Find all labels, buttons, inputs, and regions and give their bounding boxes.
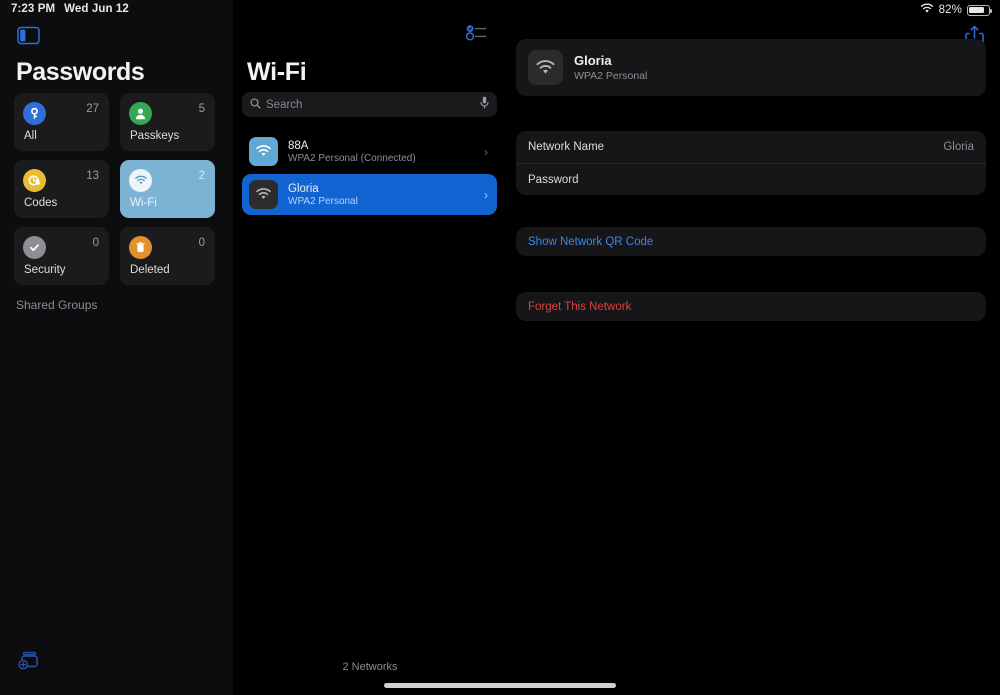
sort-list-icon[interactable] [465,24,488,46]
sidebar: Passwords 27 All 5 Passkeys 13 Codes 2 W… [0,0,233,695]
forget-network-label: Forget This Network [528,300,632,313]
sidebar-tile-all[interactable]: 27 All [14,93,109,151]
network-header-card: Gloria WPA2 Personal [516,39,986,96]
network-rows: 88A WPA2 Personal (Connected) › Gloria W… [242,131,497,217]
field-network-name[interactable]: Network Name Gloria [516,131,986,163]
tile-count: 5 [198,103,205,115]
trash-icon [129,236,152,259]
tile-label: Deleted [130,264,170,276]
forget-this-network-button[interactable]: Forget This Network [516,292,986,321]
status-bar-left: 7:23 PM Wed Jun 12 [11,3,129,15]
tile-label: Wi-Fi [130,197,157,209]
wifi-icon [528,50,563,85]
show-network-qr-code-button[interactable]: Show Network QR Code [516,227,986,256]
key-icon [23,102,46,125]
microphone-icon[interactable] [480,96,489,114]
status-bar: 7:23 PM Wed Jun 12 82% [0,0,1000,22]
tile-count: 27 [86,103,99,115]
status-date: Wed Jun 12 [64,3,129,15]
tile-label: Codes [24,197,58,209]
network-list-column: Wi-Fi Search 88A WPA2 Personal (Connecte… [233,0,507,695]
category-tiles: 27 All 5 Passkeys 13 Codes 2 Wi-Fi 0 Sec… [14,93,222,285]
detail-network-name: Gloria [574,53,612,68]
sidebar-tile-security[interactable]: 0 Security [14,227,109,285]
new-shared-group-icon[interactable] [18,650,43,677]
chevron-right-icon: › [484,144,488,159]
sidebar-tile-passkeys[interactable]: 5 Passkeys [120,93,215,151]
chevron-right-icon: › [484,187,488,202]
network-name: 88A [288,139,309,152]
battery-icon [967,4,992,16]
shared-groups-label: Shared Groups [16,298,98,312]
home-indicator[interactable] [384,683,616,688]
sidebar-tile-wifi[interactable]: 2 Wi-Fi [120,160,215,218]
network-name: Gloria [288,182,319,195]
network-subtitle: WPA2 Personal (Connected) [288,152,416,164]
battery-percent-label: 82% [938,4,962,16]
status-bar-right: 82% [920,3,992,17]
field-label: Network Name [528,141,605,153]
show-qr-label: Show Network QR Code [528,235,654,248]
list-item[interactable]: Gloria WPA2 Personal › [242,174,497,215]
wifi-icon [249,137,278,166]
wifi-icon [129,169,152,192]
sidebar-toggle-icon[interactable] [17,26,40,45]
column-title: Wi-Fi [247,58,307,86]
tile-count: 0 [198,237,205,249]
wifi-icon [920,3,934,17]
tile-count: 13 [86,170,99,182]
tile-count: 2 [198,170,205,182]
tile-count: 0 [92,237,99,249]
clock-lock-icon [23,169,46,192]
network-detail-column: Gloria WPA2 Personal Network Name Gloria… [507,0,1000,695]
wifi-icon [249,180,278,209]
checkmark-icon [23,236,46,259]
sidebar-tile-codes[interactable]: 13 Codes [14,160,109,218]
tile-label: Passkeys [130,130,180,142]
sidebar-tile-deleted[interactable]: 0 Deleted [120,227,215,285]
list-item[interactable]: 88A WPA2 Personal (Connected) › [242,131,497,172]
detail-network-security: WPA2 Personal [574,70,648,82]
search-placeholder: Search [266,98,303,111]
search-input[interactable]: Search [242,92,497,117]
field-value: Gloria [943,141,974,153]
network-count-footer: 2 Networks [342,661,398,673]
tile-label: All [24,130,37,142]
network-fields-card: Network Name Gloria Password [516,131,986,195]
status-time: 7:23 PM [11,3,56,15]
network-subtitle: WPA2 Personal [288,195,358,207]
search-icon [250,96,261,114]
person-icon [129,102,152,125]
tile-label: Security [24,264,66,276]
field-label: Password [528,173,579,186]
page-title: Passwords [16,58,145,86]
ipad-passwords-app: 7:23 PM Wed Jun 12 82% Passwords 27 All … [0,0,1000,695]
field-password[interactable]: Password [516,163,986,195]
